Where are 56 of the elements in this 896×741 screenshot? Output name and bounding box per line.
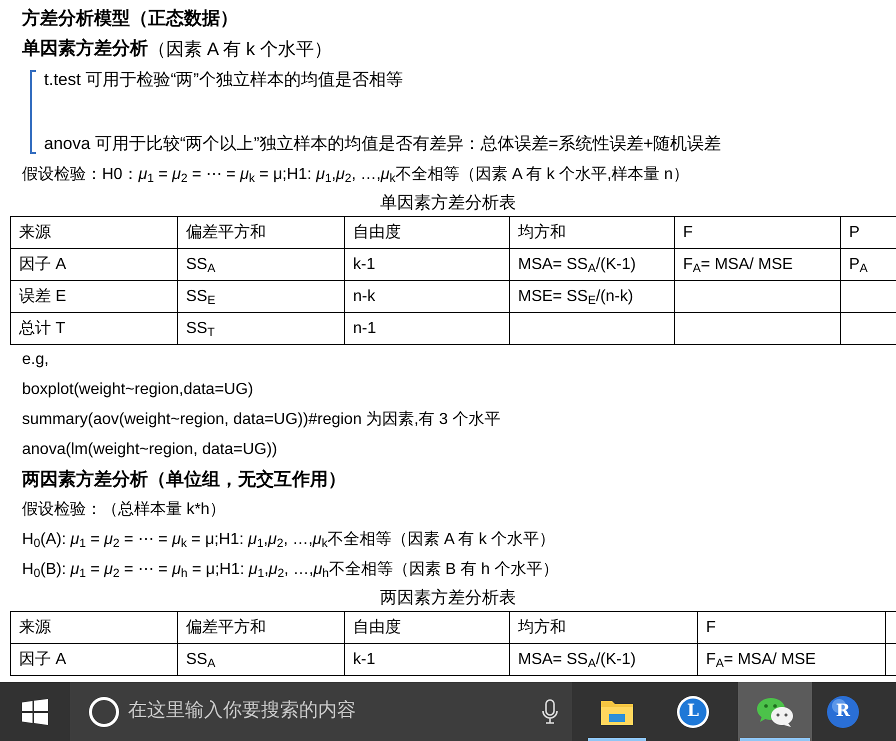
heading-note: （因素 A 有 k 个水平）: [148, 38, 332, 61]
windows-icon: [22, 698, 48, 724]
table-cell: 均方和: [510, 612, 698, 644]
table-cell: SS$_{T}$: [178, 312, 344, 344]
table-cell: k-1: [344, 644, 510, 676]
table-cell: F$_{A}$= MSA/ MSE: [698, 644, 886, 676]
chat-bubbles-icon: [756, 696, 794, 728]
table-cell: P: [840, 216, 896, 248]
taskbar-app[interactable]: R: [812, 682, 874, 741]
table-cell: 因子 A: [10, 248, 178, 280]
table-cell: MSA= SS$_{A}$/(K-1): [510, 644, 698, 676]
paragraph: t.test 可用于检验“两”个独立样本的均值是否相等: [44, 69, 404, 91]
table-cell: MSE= SS$_{E}$/(n-k): [510, 280, 674, 312]
r-logo-icon: [826, 694, 860, 728]
table-cell: 来源: [10, 612, 178, 644]
table-cell: n-1: [344, 312, 510, 344]
table-cell: 自由度: [344, 216, 510, 248]
table-caption: 单因素方差分析表: [379, 192, 517, 214]
search-field[interactable]: 在这里输入你要搜索的内容: [70, 682, 572, 741]
table-cell: 因子 A: [10, 644, 178, 676]
table-caption: 两因素方差分析表: [379, 587, 517, 609]
table-cell: 均方和: [510, 216, 674, 248]
table-cell: 偏差平方和: [178, 612, 344, 644]
table-cell: F$_{A}$= MSA/ MSE: [674, 248, 840, 280]
table-cell: SS$_{A}$: [178, 644, 344, 676]
table-cell: 自由度: [344, 612, 510, 644]
table-cell: SS$_{E}$: [178, 280, 344, 312]
letter-l-icon: [676, 694, 710, 728]
taskbar-app[interactable]: L: [662, 682, 724, 741]
table-cell: k-1: [344, 248, 510, 280]
paragraph: anova(lm(weight~region, data=UG)): [21, 440, 278, 460]
table-cell: n-k: [344, 280, 510, 312]
table-cell: 误差 E: [10, 280, 178, 312]
heading: 方差分析模型（正态数据）: [20, 7, 239, 31]
table-cell: 来源: [10, 216, 178, 248]
paragraph: H$_{0}$(B): μ$_{1}$ = μ$_{2}$ = ⋯ = μ$_{h}$ = μ;H1: μ$_{1}$,μ$_{2}$, …,μ$_{h}$不全相等（因素 B 有 h 个水平）: [21, 560, 560, 582]
microphone-icon[interactable]: [542, 698, 558, 724]
paragraph: 假设检验：H0：μ$_{1}$ = μ$_{2}$ = ⋯ = μ$_{k}$ = μ;H1: μ$_{1}$,μ$_{2}$, …,μ$_{k}$不全相等（因素 A 有 k 个水平,样本量 n）: [21, 164, 690, 187]
table-cell: 总计 T: [10, 312, 178, 344]
paragraph: 假设检验：（总样本量 k*h）: [21, 500, 227, 520]
table-cell: F: [698, 612, 886, 644]
search-icon: [88, 696, 120, 728]
paragraph: anova 可用于比较“两个以上”独立样本的均值是否有差异：总体误差=系统性误差+随机误差: [44, 133, 722, 155]
paragraph: H$_{0}$(A): μ$_{1}$ = μ$_{2}$ = ⋯ = μ$_{k}$ = μ;H1: μ$_{1}$,μ$_{2}$, …,μ$_{k}$不全相等（因素 A 有 k 个水平）: [21, 530, 556, 552]
table-cell: SS$_{A}$: [178, 248, 344, 280]
heading: 两因素方差分析（单位组，无交互作用）: [21, 468, 347, 492]
paragraph: boxplot(weight~region,data=UG): [21, 380, 254, 400]
table-cell: MSA= SS$_{A}$/(K-1): [510, 248, 674, 280]
taskbar-app[interactable]: [738, 682, 812, 741]
table-cell: F: [674, 216, 840, 248]
paragraph: summary(aov(weight~region, data=UG))#region 为因素,有 3 个水平: [21, 410, 502, 430]
heading: 单因素方差分析: [22, 37, 148, 61]
paragraph: e.g,: [21, 350, 50, 370]
table-cell: 偏差平方和: [178, 216, 344, 248]
icon-letter: R: [836, 700, 850, 723]
icon-letter: L: [687, 700, 699, 723]
